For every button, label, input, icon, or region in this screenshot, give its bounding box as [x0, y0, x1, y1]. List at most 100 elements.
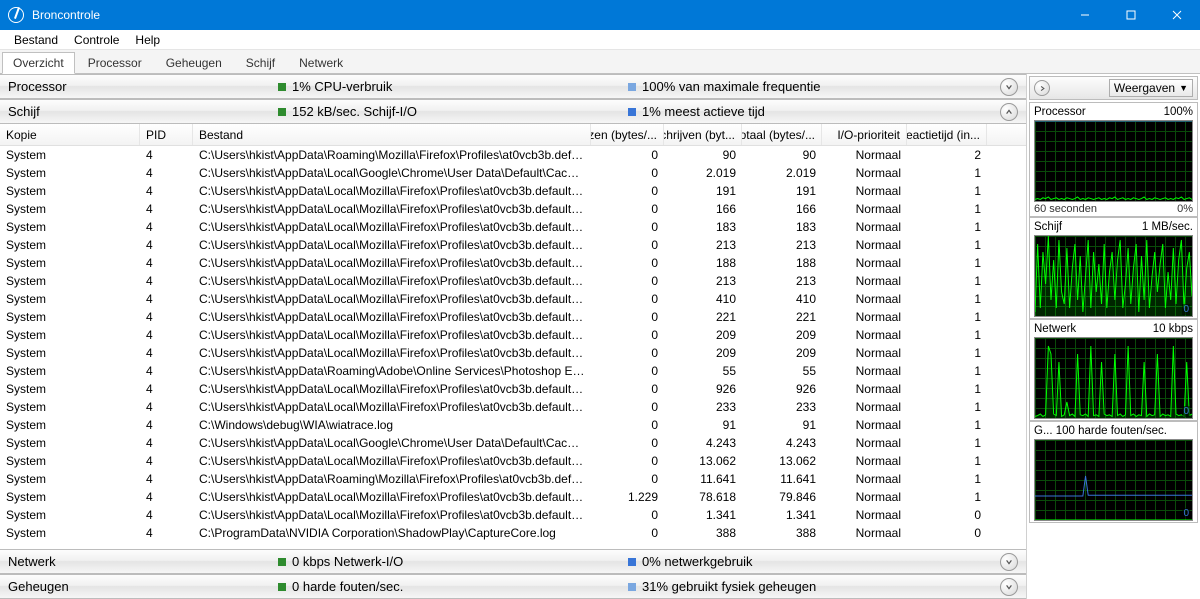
- cell-kopie: System: [0, 184, 140, 198]
- views-dropdown[interactable]: Weergaven▼: [1109, 79, 1193, 97]
- section-netwerk[interactable]: Netwerk 0 kbps Netwerk-I/O 0% netwerkgeb…: [0, 549, 1026, 574]
- cell-kopie: System: [0, 418, 140, 432]
- tab-overzicht[interactable]: Overzicht: [2, 52, 75, 74]
- disk-table-body[interactable]: System4C:\Users\hkist\AppData\Roaming\Mo…: [0, 146, 1026, 549]
- chevron-right-icon[interactable]: [1034, 80, 1050, 96]
- cell-totaal: 2.019: [742, 166, 822, 180]
- menu-help[interactable]: Help: [127, 31, 168, 49]
- cell-prio: Normaal: [822, 346, 907, 360]
- tabbar: Overzicht Processor Geheugen Schijf Netw…: [0, 50, 1200, 74]
- menu-controle[interactable]: Controle: [66, 31, 127, 49]
- cell-pid: 4: [140, 310, 193, 324]
- table-row[interactable]: System4C:\Users\hkist\AppData\Local\Goog…: [0, 164, 1026, 182]
- col-kopie[interactable]: Kopie: [0, 124, 140, 145]
- chevron-up-icon[interactable]: [1000, 103, 1018, 121]
- cell-schrijven: 183: [664, 220, 742, 234]
- cell-prio: Normaal: [822, 364, 907, 378]
- menubar: Bestand Controle Help: [0, 30, 1200, 50]
- table-row[interactable]: System4C:\Users\hkist\AppData\Local\Mozi…: [0, 236, 1026, 254]
- cell-prio: Normaal: [822, 526, 907, 540]
- table-row[interactable]: System4C:\Users\hkist\AppData\Local\Mozi…: [0, 254, 1026, 272]
- section-schijf[interactable]: Schijf 152 kB/sec. Schijf-I/O 1% meest a…: [0, 99, 1026, 124]
- cell-kopie: System: [0, 364, 140, 378]
- table-row[interactable]: System4C:\Users\hkist\AppData\Roaming\Mo…: [0, 470, 1026, 488]
- cell-lezen: 0: [591, 166, 664, 180]
- cell-totaal: 209: [742, 328, 822, 342]
- table-row[interactable]: System4C:\Users\hkist\AppData\Local\Mozi…: [0, 182, 1026, 200]
- cell-lezen: 0: [591, 238, 664, 252]
- tab-processor[interactable]: Processor: [77, 52, 153, 73]
- cell-bestand: C:\Users\hkist\AppData\Local\Mozilla\Fir…: [193, 220, 591, 234]
- col-prio[interactable]: I/O-prioriteit: [822, 124, 907, 145]
- table-row[interactable]: System4C:\Users\hkist\AppData\Local\Mozi…: [0, 452, 1026, 470]
- chevron-down-icon[interactable]: [1000, 553, 1018, 571]
- cell-bestand: C:\Users\hkist\AppData\Roaming\Mozilla\F…: [193, 148, 591, 162]
- cell-bestand: C:\Users\hkist\AppData\Local\Mozilla\Fir…: [193, 274, 591, 288]
- cell-prio: Normaal: [822, 454, 907, 468]
- table-row[interactable]: System4C:\Windows\debug\WIA\wiatrace.log…: [0, 416, 1026, 434]
- chart-title: Schijf: [1034, 221, 1062, 233]
- table-row[interactable]: System4C:\Users\hkist\AppData\Local\Mozi…: [0, 308, 1026, 326]
- cell-kopie: System: [0, 508, 140, 522]
- cell-schrijven: 213: [664, 238, 742, 252]
- cell-schrijven: 213: [664, 274, 742, 288]
- table-row[interactable]: System4C:\Users\hkist\AppData\Local\Mozi…: [0, 506, 1026, 524]
- cell-totaal: 91: [742, 418, 822, 432]
- cell-kopie: System: [0, 400, 140, 414]
- cell-schrijven: 388: [664, 526, 742, 540]
- cell-lezen: 0: [591, 472, 664, 486]
- chart-axis-zero: 0: [1182, 508, 1190, 519]
- chevron-down-icon[interactable]: [1000, 78, 1018, 96]
- cell-schrijven: 13.062: [664, 454, 742, 468]
- cell-totaal: 209: [742, 346, 822, 360]
- cell-prio: Normaal: [822, 202, 907, 216]
- table-row[interactable]: System4C:\Users\hkist\AppData\Local\Mozi…: [0, 326, 1026, 344]
- cell-pid: 4: [140, 238, 193, 252]
- col-schrijven[interactable]: Schrijven (byt...: [664, 124, 742, 145]
- table-row[interactable]: System4C:\Users\hkist\AppData\Roaming\Ad…: [0, 362, 1026, 380]
- section-geheugen[interactable]: Geheugen 0 harde fouten/sec. 31% gebruik…: [0, 574, 1026, 599]
- table-row[interactable]: System4C:\ProgramData\NVIDIA Corporation…: [0, 524, 1026, 542]
- table-row[interactable]: System4C:\Users\hkist\AppData\Local\Mozi…: [0, 272, 1026, 290]
- table-row[interactable]: System4C:\Users\hkist\AppData\Local\Mozi…: [0, 290, 1026, 308]
- cell-react: 1: [907, 292, 987, 306]
- col-bestand[interactable]: Bestand: [193, 124, 591, 145]
- processor-stat1-dot-icon: [278, 83, 286, 91]
- table-row[interactable]: System4C:\Users\hkist\AppData\Local\Mozi…: [0, 398, 1026, 416]
- chart-xaxis-right: 0%: [1177, 203, 1193, 215]
- section-processor[interactable]: Processor 1% CPU-verbruik 100% van maxim…: [0, 74, 1026, 99]
- cell-schrijven: 11.641: [664, 472, 742, 486]
- dropdown-arrow-icon: ▼: [1179, 83, 1188, 93]
- tab-geheugen[interactable]: Geheugen: [155, 52, 233, 73]
- col-react[interactable]: Reactietijd (in...: [907, 124, 987, 145]
- maximize-button[interactable]: [1108, 0, 1154, 30]
- chart-graph: [1034, 120, 1193, 202]
- geheugen-stat1: 0 harde fouten/sec.: [292, 579, 403, 594]
- schijf-stat2: 1% meest actieve tijd: [642, 104, 765, 119]
- cell-prio: Normaal: [822, 256, 907, 270]
- tab-schijf[interactable]: Schijf: [235, 52, 286, 73]
- cell-lezen: 0: [591, 346, 664, 360]
- table-row[interactable]: System4C:\Users\hkist\AppData\Local\Goog…: [0, 434, 1026, 452]
- menu-bestand[interactable]: Bestand: [6, 31, 66, 49]
- col-lezen[interactable]: Lezen (bytes/...: [591, 124, 664, 145]
- close-button[interactable]: [1154, 0, 1200, 30]
- cell-kopie: System: [0, 148, 140, 162]
- table-row[interactable]: System4C:\Users\hkist\AppData\Local\Mozi…: [0, 344, 1026, 362]
- cell-react: 1: [907, 364, 987, 378]
- table-row[interactable]: System4C:\Users\hkist\AppData\Local\Mozi…: [0, 200, 1026, 218]
- col-totaal[interactable]: Totaal (bytes/...: [742, 124, 822, 145]
- minimize-button[interactable]: [1062, 0, 1108, 30]
- cell-kopie: System: [0, 202, 140, 216]
- col-pid[interactable]: PID: [140, 124, 193, 145]
- cell-pid: 4: [140, 184, 193, 198]
- table-row[interactable]: System4C:\Users\hkist\AppData\Local\Mozi…: [0, 380, 1026, 398]
- table-row[interactable]: System4C:\Users\hkist\AppData\Local\Mozi…: [0, 488, 1026, 506]
- cell-pid: 4: [140, 346, 193, 360]
- cell-react: 1: [907, 418, 987, 432]
- chevron-down-icon[interactable]: [1000, 578, 1018, 596]
- tab-netwerk[interactable]: Netwerk: [288, 52, 354, 73]
- table-row[interactable]: System4C:\Users\hkist\AppData\Local\Mozi…: [0, 218, 1026, 236]
- table-row[interactable]: System4C:\Users\hkist\AppData\Roaming\Mo…: [0, 146, 1026, 164]
- cell-react: 1: [907, 472, 987, 486]
